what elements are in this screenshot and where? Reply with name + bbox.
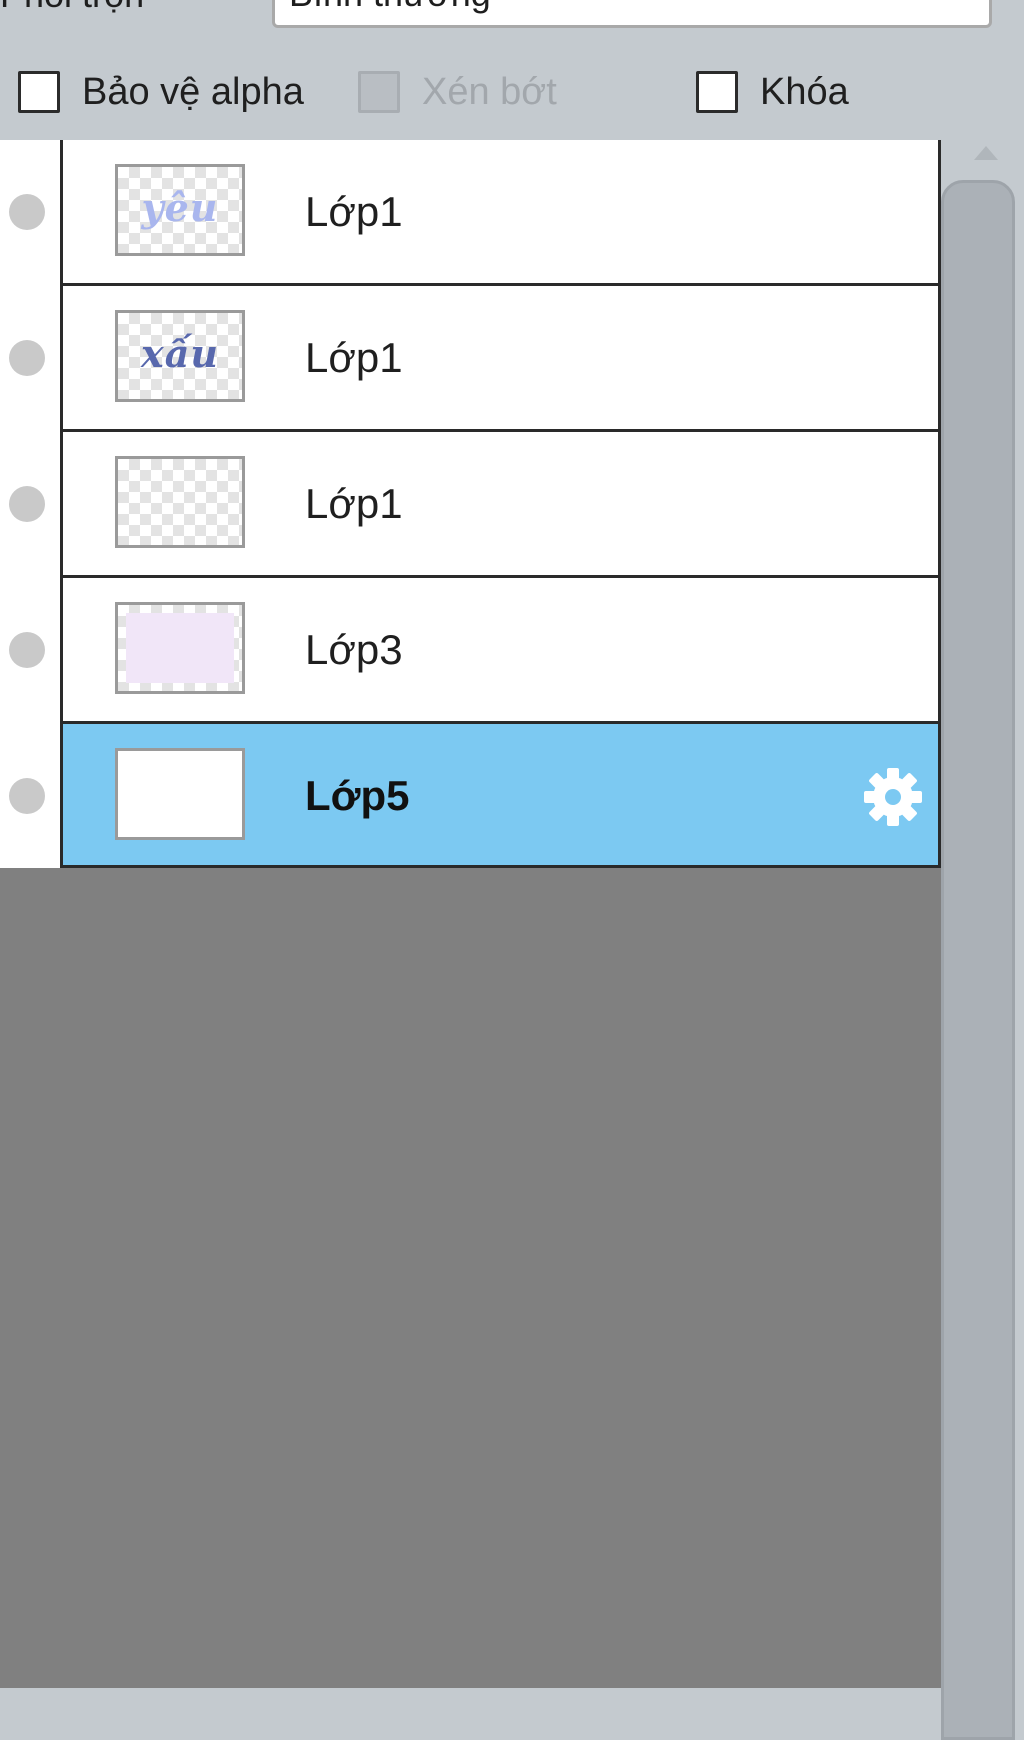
blend-mode-value: Bình thường [289, 0, 491, 15]
layer-thumbnail: xấu [115, 310, 245, 402]
layer-thumbnail: yêu [115, 164, 245, 256]
layer-name: Lớp1 [305, 188, 403, 235]
blend-mode-label: Phối trộn [0, 0, 144, 16]
protect-alpha-option[interactable]: Bảo vệ alpha [18, 68, 304, 116]
layer-visibility-toggle[interactable] [0, 286, 63, 432]
visibility-dot-icon [9, 340, 45, 376]
lock-option[interactable]: Khóa [696, 68, 849, 116]
layer-visibility-toggle[interactable] [0, 432, 63, 578]
lock-checkbox[interactable] [696, 71, 738, 113]
layer-name: Lớp5 [305, 772, 410, 819]
clipping-option: Xén bớt [358, 68, 557, 116]
layer-name: Lớp3 [305, 626, 403, 673]
protect-alpha-label: Bảo vệ alpha [82, 70, 304, 113]
layer-list-scrollbar[interactable] [941, 140, 1024, 1740]
layer-row-body[interactable]: Lớp5 [63, 724, 941, 868]
protect-alpha-checkbox[interactable] [18, 71, 60, 113]
layer-row-selected[interactable]: Lớp5 [0, 724, 941, 868]
layer-visibility-toggle[interactable] [0, 140, 63, 286]
visibility-dot-icon [9, 778, 45, 814]
layer-row-body[interactable]: xấu Lớp1 [63, 286, 941, 432]
visibility-dot-icon [9, 632, 45, 668]
layer-list[interactable]: yêu Lớp1 xấu Lớp1 Lớp1 Lớp3 Lớp5 [0, 140, 941, 1688]
layer-row-body[interactable]: Lớp1 [63, 432, 941, 578]
clipping-checkbox [358, 71, 400, 113]
layer-visibility-toggle[interactable] [0, 724, 63, 868]
layer-thumbnail [115, 602, 245, 694]
layer-name: Lớp1 [305, 480, 403, 527]
layer-row-body[interactable]: yêu Lớp1 [63, 140, 941, 286]
gear-icon[interactable] [858, 762, 928, 832]
layer-thumbnail-art: yêu [141, 185, 219, 230]
scrollbar-thumb[interactable] [941, 180, 1015, 1740]
layer-thumbnail [115, 748, 245, 840]
layer-row[interactable]: Lớp1 [0, 432, 941, 578]
layer-row[interactable]: Lớp3 [0, 578, 941, 724]
visibility-dot-icon [9, 194, 45, 230]
clipping-label: Xén bớt [422, 70, 557, 113]
layer-visibility-toggle[interactable] [0, 578, 63, 724]
layer-thumbnail [115, 456, 245, 548]
layer-name: Lớp1 [305, 334, 403, 381]
layer-row[interactable]: yêu Lớp1 [0, 140, 941, 286]
scroll-up-arrow-icon[interactable] [974, 146, 998, 160]
layer-thumbnail-art: xấu [141, 331, 219, 376]
visibility-dot-icon [9, 486, 45, 522]
lock-label: Khóa [760, 70, 849, 113]
layer-row[interactable]: xấu Lớp1 [0, 286, 941, 432]
layer-thumbnail-fill [126, 613, 234, 683]
layer-row-body[interactable]: Lớp3 [63, 578, 941, 724]
blend-mode-select[interactable]: Bình thường [272, 0, 992, 28]
